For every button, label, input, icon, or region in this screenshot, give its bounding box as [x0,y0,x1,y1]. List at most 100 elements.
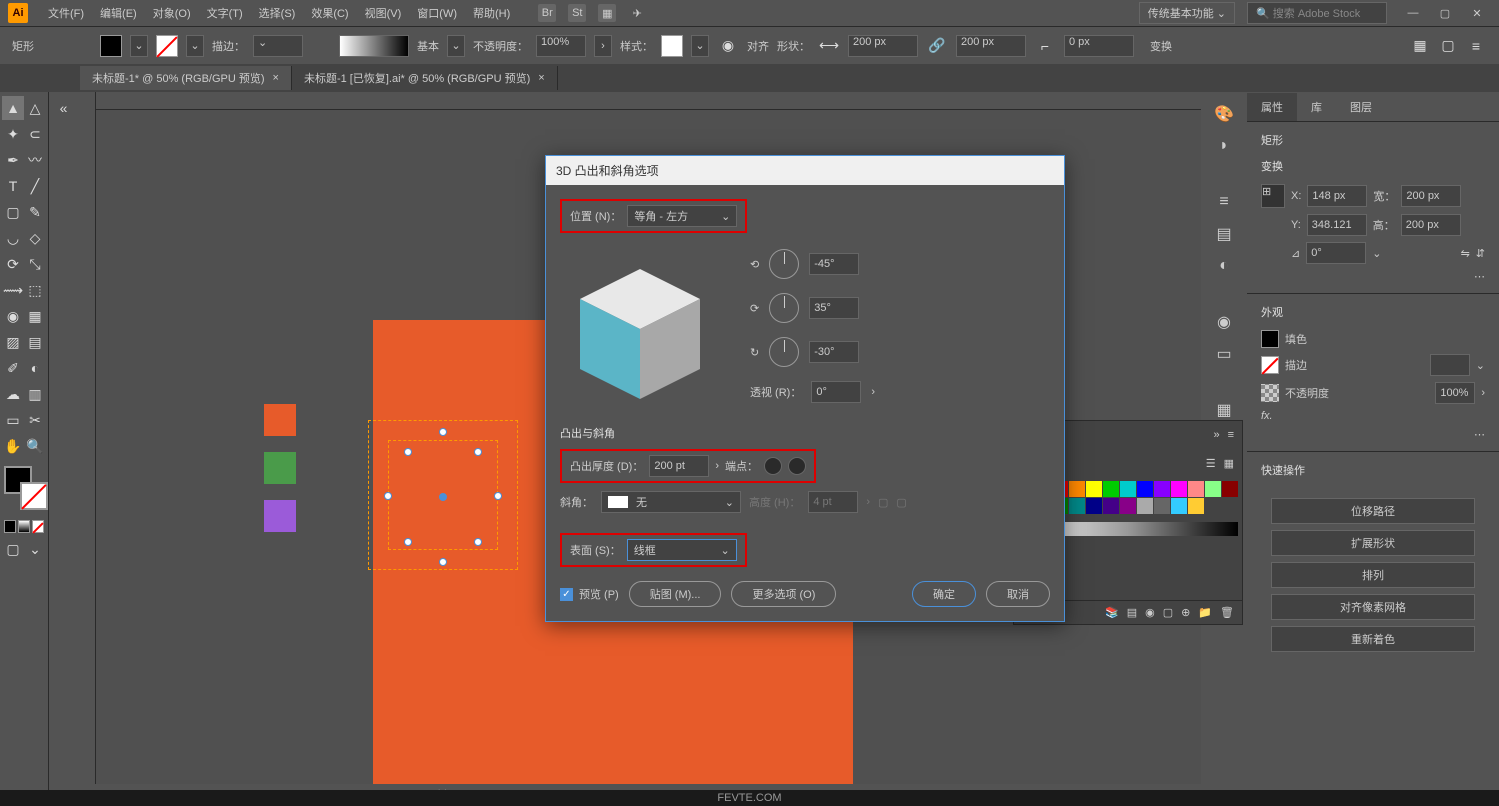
z-angle[interactable]: -30° [809,341,859,363]
menu-file[interactable]: 文件(F) [40,5,92,21]
surface-select[interactable]: 线框⌄ [627,539,737,561]
eraser-tool[interactable]: ◇ [24,226,46,250]
opacity-prop[interactable]: 100% [1435,382,1475,404]
menu-object[interactable]: 对象(O) [145,5,199,21]
cap-on[interactable] [764,457,782,475]
stock-icon[interactable]: St [568,4,586,22]
opacity-sw[interactable] [1261,384,1279,402]
corner-icon[interactable]: ⌐ [1034,34,1056,58]
color-guide-icon[interactable]: ◗ [1208,132,1240,160]
fill-swatch[interactable] [100,35,122,57]
h-input[interactable]: 200 px [1401,214,1461,236]
3d-preview[interactable] [560,249,720,409]
search-input[interactable]: 🔍 搜索 Adobe Stock [1247,2,1387,24]
tab-close-2[interactable]: × [538,72,544,84]
stroke-dd[interactable]: ⌄ [186,35,204,57]
gradient-tool[interactable]: ▤ [24,330,46,354]
opacity-dd[interactable]: › [594,35,612,57]
opacity-input[interactable]: 100% [536,35,586,57]
more-options-btn[interactable]: 更多选项 (O) [731,581,836,607]
magic-wand-tool[interactable]: ✦ [2,122,24,146]
link-icon[interactable]: 🔗 [926,34,948,58]
link-w-icon[interactable]: ⟷ [818,34,840,58]
cancel-btn[interactable]: 取消 [986,581,1050,607]
depth-dd[interactable]: › [715,460,719,472]
mesh-tool[interactable]: ▨ [2,330,24,354]
slice-tool[interactable]: ✂ [24,408,46,432]
style-swatch[interactable] [661,35,683,57]
cap-off[interactable] [788,457,806,475]
graph-tool[interactable]: ▥ [24,382,46,406]
corner-input[interactable]: 0 px [1064,35,1134,57]
sw-collapse[interactable]: » [1213,429,1219,441]
color-panel-icon[interactable]: 🎨 [1208,100,1240,128]
menu-edit[interactable]: 编辑(E) [92,5,145,21]
btn-recolor[interactable]: 重新着色 [1271,626,1475,652]
btn-offset[interactable]: 位移路径 [1271,498,1475,524]
stroke-swatch[interactable] [156,35,178,57]
x-input[interactable]: 148 px [1307,185,1367,207]
stroke-weight[interactable]: ⌄ [253,35,303,57]
brush-tool[interactable]: ✎ [24,200,46,224]
more-appearance[interactable]: ⋯ [1474,429,1485,441]
fx-label[interactable]: fx. [1261,410,1273,422]
preview-check[interactable]: ✓预览 (P) [560,586,619,602]
tab-2[interactable]: 未标题-1 [已恢复].ai* @ 50% (RGB/GPU 预览)× [292,66,558,90]
btn-align-px[interactable]: 对齐像素网格 [1271,594,1475,620]
blend-tool[interactable]: ◐ [24,356,46,380]
lasso-tool[interactable]: ⊂ [24,122,46,146]
rotate-tool[interactable]: ⟳ [2,252,24,276]
align-label[interactable]: 对齐 [747,38,769,54]
arrange-icon[interactable]: ▦ [598,4,616,22]
more-transform[interactable]: ⋯ [1474,271,1485,283]
tab-properties[interactable]: 属性 [1247,93,1297,121]
perspective-tool[interactable]: ▦ [24,304,46,328]
sw-menu[interactable]: ≡ [1228,429,1234,441]
menu-window[interactable]: 窗口(W) [409,5,465,21]
free-transform-tool[interactable]: ⬚ [24,278,46,302]
prefs-icon[interactable]: ≡ [1465,34,1487,58]
x-angle[interactable]: -45° [809,253,859,275]
maximize-button[interactable]: ▢ [1431,4,1459,22]
flip-v-icon[interactable]: ⇵ [1476,247,1485,260]
height-input[interactable]: 200 px [956,35,1026,57]
selection-tool[interactable]: ▲ [2,96,24,120]
isolate-icon[interactable]: ▦ [1409,34,1431,58]
ruler-vertical[interactable] [78,92,96,806]
style-dd[interactable]: ⌄ [691,35,709,57]
eyedropper-tool[interactable]: ✐ [2,356,24,380]
bevel-select[interactable]: 无⌄ [601,491,741,513]
stroke-panel-icon[interactable]: ≡ [1208,188,1240,216]
shaper-tool[interactable]: ◡ [2,226,24,250]
tab-layers[interactable]: 图层 [1336,93,1386,121]
menu-effect[interactable]: 效果(C) [303,5,356,21]
bridge-icon[interactable]: Br [538,4,556,22]
fill-stroke-control[interactable] [4,466,48,510]
screen-mode-dd[interactable]: ⌄ [24,537,46,561]
rot-input[interactable]: 0° [1306,242,1366,264]
stroke-sw-prop[interactable] [1261,356,1279,374]
transform-btn[interactable]: 变换 [1142,36,1180,56]
z-dial[interactable] [769,337,799,367]
stroke-w-prop[interactable] [1430,354,1470,376]
sw-options-icon[interactable]: ◉ [1145,606,1155,619]
y-input[interactable]: 348.121 [1307,214,1367,236]
perspective-input[interactable]: 0° [811,381,861,403]
collapse-icon[interactable]: « [51,96,76,120]
menu-view[interactable]: 视图(V) [357,5,410,21]
close-button[interactable]: ✕ [1463,4,1491,22]
btn-expand[interactable]: 扩展形状 [1271,530,1475,556]
color-mode-controls[interactable] [4,520,44,533]
sw-folder-icon[interactable]: 📁 [1198,606,1212,619]
sw-menu2-icon[interactable]: ▤ [1127,606,1137,619]
rot-dd[interactable]: ⌄ [1372,247,1381,260]
opacity-dd-prop[interactable]: › [1481,387,1485,399]
position-select[interactable]: 等角 - 左方⌄ [627,205,737,227]
curvature-tool[interactable]: 〰 [24,148,46,172]
type-tool[interactable]: T [2,174,24,198]
recolor-icon[interactable]: ◉ [717,34,739,58]
gpu-icon[interactable]: ✈ [628,4,646,22]
menu-help[interactable]: 帮助(H) [465,5,518,21]
tab-libraries[interactable]: 库 [1297,93,1336,121]
tab-close-1[interactable]: × [273,72,279,84]
